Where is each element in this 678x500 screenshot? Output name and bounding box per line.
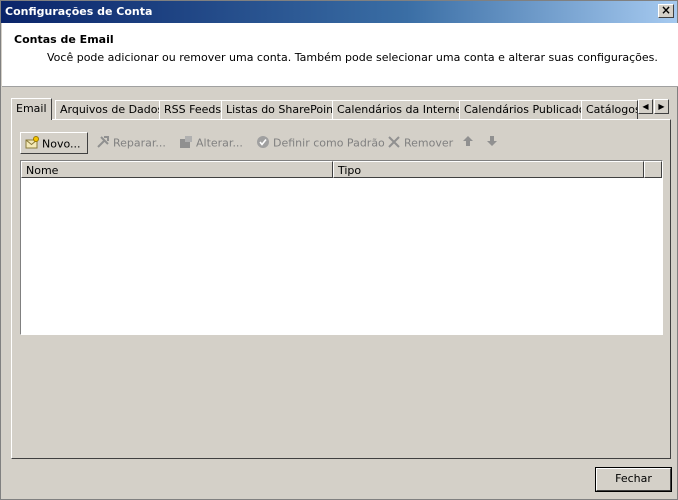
account-toolbar: Novo... Reparar... Alterar... Definir co… <box>20 132 520 154</box>
column-header-filler <box>644 161 662 178</box>
repair-label: Reparar... <box>113 136 166 150</box>
tab-sharepoint-lists[interactable]: Listas do SharePoint <box>221 100 343 119</box>
checkmark-circle-icon <box>256 135 270 152</box>
remove-button[interactable]: Remover <box>383 132 457 154</box>
arrow-up-icon <box>462 135 474 150</box>
change-button[interactable]: Alterar... <box>175 132 247 154</box>
column-header-name[interactable]: Nome <box>21 161 333 178</box>
new-account-label: Novo... <box>42 137 81 151</box>
move-up-button[interactable] <box>458 132 481 154</box>
move-down-button[interactable] <box>482 132 505 154</box>
new-account-icon <box>25 136 39 153</box>
set-default-button[interactable]: Definir como Padrão <box>252 132 389 154</box>
new-account-button[interactable]: Novo... <box>20 132 88 154</box>
set-default-label: Definir como Padrão <box>273 136 385 150</box>
window-title: Configurações de Conta <box>5 5 153 18</box>
tab-scroll-right-icon[interactable]: ▶ <box>654 99 669 114</box>
close-icon[interactable]: × <box>658 4 674 18</box>
tab-rss-feeds[interactable]: RSS Feeds <box>159 100 227 119</box>
title-bar[interactable]: Configurações de Conta × <box>1 1 677 23</box>
column-header-type[interactable]: Tipo <box>333 161 644 178</box>
tab-data-files[interactable]: Arquivos de Dados <box>55 100 169 119</box>
tab-internet-calendars[interactable]: Calendários da Internet <box>332 100 472 119</box>
tab-strip: Email Arquivos de Dados RSS Feeds Listas… <box>11 98 671 120</box>
account-settings-window: Configurações de Conta × Contas de Email… <box>0 0 678 500</box>
header-area: Contas de Email Você pode adicionar ou r… <box>2 23 678 87</box>
change-label: Alterar... <box>196 136 243 150</box>
email-tab-panel: Novo... Reparar... Alterar... Definir co… <box>11 119 671 459</box>
close-button[interactable]: Fechar <box>595 467 672 492</box>
page-title: Contas de Email <box>14 33 114 46</box>
tools-icon <box>96 135 110 152</box>
tab-email[interactable]: Email <box>11 98 52 120</box>
remove-label: Remover <box>404 136 454 150</box>
tab-catalogs[interactable]: Catálogos <box>581 100 638 119</box>
repair-button[interactable]: Reparar... <box>92 132 170 154</box>
change-icon <box>179 135 193 152</box>
page-description: Você pode adicionar ou remover uma conta… <box>47 51 658 64</box>
accounts-list[interactable]: Nome Tipo <box>20 160 663 335</box>
tab-published-calendars[interactable]: Calendários Publicados <box>459 100 597 119</box>
list-header: Nome Tipo <box>21 161 662 178</box>
tab-scroll-left-icon[interactable]: ◀ <box>638 99 653 114</box>
remove-x-icon <box>387 135 401 152</box>
arrow-down-icon <box>486 135 498 150</box>
